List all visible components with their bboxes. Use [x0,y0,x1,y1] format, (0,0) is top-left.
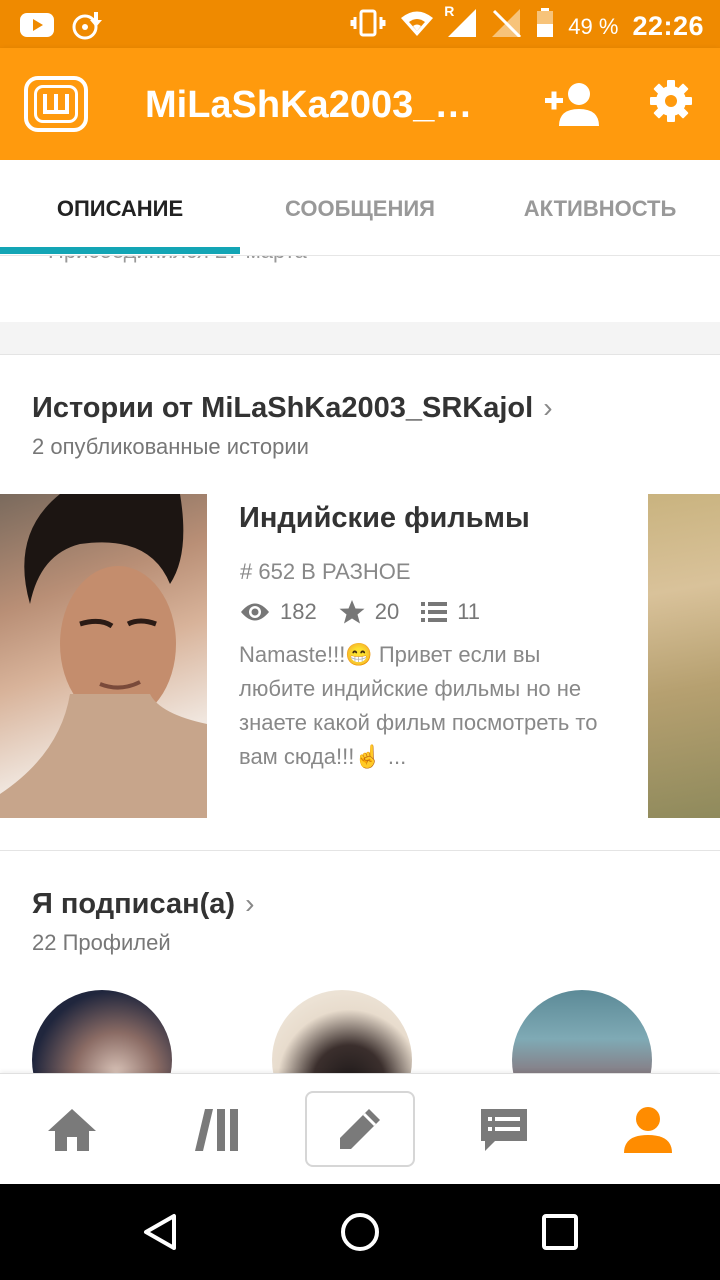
nav-home-button[interactable] [17,1074,127,1185]
back-button[interactable] [130,1202,190,1262]
nav-profile-button[interactable] [593,1074,703,1185]
library-icon [195,1108,238,1151]
following-count: 22 Профилей [32,930,171,955]
votes-stat: 20 [339,599,399,625]
reads-stat: 182 [240,599,317,625]
story-title[interactable]: Индийские фильмы [239,502,530,535]
eye-icon [241,603,269,621]
profile-icon [624,1106,672,1153]
battery-percent: 49 % [568,13,619,39]
parts-stat: 11 [421,599,480,625]
back-icon [144,1214,176,1250]
section-gap [0,322,720,355]
stories-count: 2 опубликованные истории [32,434,309,459]
tab-messages[interactable]: СООБЩЕНИЯ [240,160,480,256]
stories-title: Истории от MiLaShKa2003_SRKajol [32,392,534,424]
tab-description[interactable]: ОПИСАНИЕ [0,160,240,256]
list-icon [421,602,448,622]
reads-count: 182 [280,599,317,624]
nav-messages-button[interactable] [449,1074,559,1185]
votes-count: 20 [374,599,400,624]
tab-activity[interactable]: АКТИВНОСТЬ [480,160,720,256]
star-icon [339,600,365,624]
gear-icon [650,80,692,122]
story-cover[interactable] [0,494,207,818]
page-title: MiLaShKa2003_SRKajol [145,84,495,126]
battery-icon [536,8,554,45]
tab-indicator [0,247,240,254]
recents-button[interactable] [530,1202,590,1262]
settings-button[interactable] [648,78,698,128]
section-divider [0,850,720,851]
status-bar: R 49 % 22:26 [0,0,720,48]
signal-icon: R [444,3,478,44]
download-icon [72,10,104,45]
next-story-cover[interactable] [648,494,720,818]
following-title: Я подписан(а) [32,888,236,920]
nav-library-button[interactable] [162,1074,272,1185]
square-recents-icon [542,1214,578,1250]
story-stats: 182 20 11 [240,597,502,627]
following-header[interactable]: Я подписан(а) › [32,888,254,921]
system-nav-bar [0,1184,720,1280]
story-rank: # 652 В РАЗНОЕ [240,559,411,584]
wattpad-logo-icon[interactable] [24,76,88,132]
write-icon [340,1109,380,1149]
chevron-right-icon: › [543,392,553,423]
wifi-icon [400,9,434,44]
clock: 22:26 [632,11,704,41]
story-description: Namaste!!!😁 Привет если вы любите индийс… [239,642,598,769]
home-icon [48,1108,96,1151]
nav-write-button[interactable] [305,1091,415,1167]
bottom-nav [0,1073,720,1184]
add-user-button[interactable] [545,80,601,130]
app-bar: MiLaShKa2003_SRKajol [0,48,720,160]
stories-header[interactable]: Истории от MiLaShKa2003_SRKajol › [32,392,553,425]
add-user-icon [545,83,599,126]
messages-icon [481,1108,527,1151]
parts-count: 11 [457,599,481,624]
circle-home-icon [341,1213,379,1251]
vibrate-icon [350,9,386,44]
youtube-icon [20,12,54,43]
no-signal-icon [492,9,522,44]
home-system-button[interactable] [330,1202,390,1262]
chevron-right-icon: › [245,888,255,919]
profile-tabs: ОПИСАНИЕ СООБЩЕНИЯ АКТИВНОСТЬ [0,160,720,256]
